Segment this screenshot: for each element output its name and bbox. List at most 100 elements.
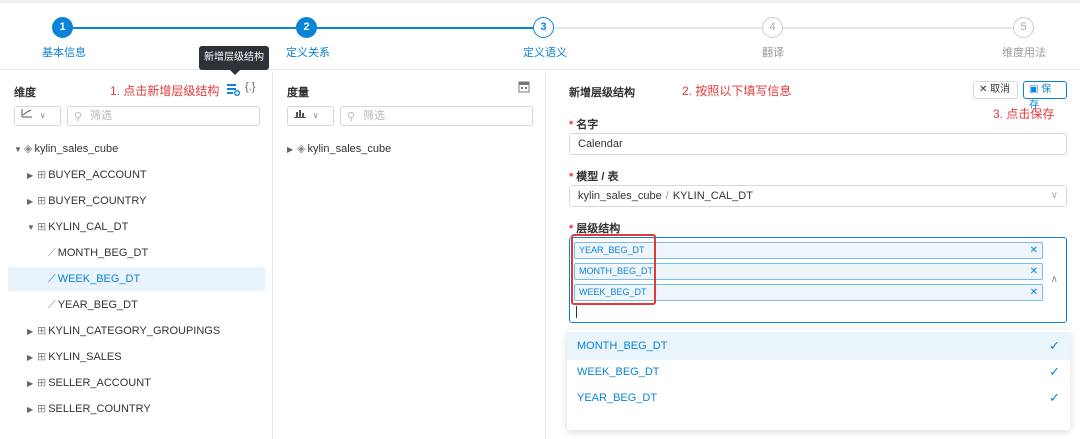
cancel-label: 取消 — [990, 84, 1011, 95]
name-label: * 名字 — [569, 116, 598, 132]
tree-item-cube[interactable]: ▼ ◈ kylin_sales_cube — [14, 137, 118, 161]
caret-right-icon: ▶ — [27, 353, 34, 362]
add-measure-icon[interactable] — [518, 81, 531, 97]
caret-down-icon: ▼ — [27, 223, 35, 232]
save-button[interactable]: ▣ 保存 — [1023, 81, 1067, 111]
tree-label: WEEK_BEG_DT — [57, 273, 141, 285]
filter-placeholder: 筛选 — [90, 110, 112, 122]
save-icon: ▣ — [1029, 84, 1039, 95]
remove-tag-icon[interactable]: ✕ — [1030, 264, 1038, 279]
close-icon: ✕ — [979, 84, 988, 95]
option-label: WEEK_BEG_DT — [577, 366, 660, 378]
tree-item-table[interactable]: ▶ ⊞ SELLER_COUNTRY — [27, 397, 151, 421]
dimension-view-select[interactable]: ∨ — [14, 106, 61, 126]
tree-item-table[interactable]: ▼ ⊞ KYLIN_CAL_DT — [27, 215, 128, 239]
option-label: MONTH_BEG_DT — [577, 340, 668, 352]
top-bar — [0, 0, 1080, 3]
remove-tag-icon[interactable]: ✕ — [1030, 285, 1038, 300]
option-label: YEAR_BEG_DT — [577, 392, 658, 404]
step-3-label[interactable]: 定义语义 — [523, 44, 567, 60]
tree-item-table[interactable]: ▶ ⊞ BUYER_COUNTRY — [27, 189, 146, 213]
dropdown-option[interactable]: YEAR_BEG_DT ✓ — [567, 384, 1070, 412]
cancel-button[interactable]: ✕ 取消 — [973, 81, 1018, 99]
name-label-text: 名字 — [576, 119, 599, 131]
line-chart-icon: ⟋ — [48, 273, 56, 285]
tree-item-column-selected[interactable]: ⟋ WEEK_BEG_DT — [8, 267, 265, 291]
tree-item-column[interactable]: ⟋ YEAR_BEG_DT — [48, 293, 138, 317]
caret-right-icon: ▶ — [287, 145, 294, 154]
step-2-label[interactable]: 定义关系 — [286, 44, 330, 60]
tree-label: kylin_sales_cube — [307, 143, 392, 155]
tree-item-cube[interactable]: ▶ ◈ kylin_sales_cube — [287, 137, 391, 161]
table-icon: ⊞ — [37, 221, 47, 233]
table-icon: ⊞ — [37, 325, 47, 337]
model-separator: / — [665, 190, 669, 202]
table-icon: ⊞ — [37, 169, 47, 181]
step-connector — [73, 27, 296, 29]
cube-icon: ◈ — [24, 143, 33, 155]
step-3-circle[interactable]: 3 — [533, 17, 554, 38]
tree-label: MONTH_BEG_DT — [57, 247, 149, 259]
measure-panel: 度量 ∨ ⚲ 筛选 ▶ ◈ kylin_sales_cube — [273, 71, 546, 439]
measure-filter-input[interactable]: ⚲ 筛选 — [340, 106, 533, 126]
tooltip: 新增层级结构 — [199, 46, 269, 75]
tree-label: KYLIN_CAL_DT — [48, 221, 129, 233]
measure-view-select[interactable]: ∨ — [287, 106, 334, 126]
dropdown-option[interactable]: MONTH_BEG_DT ✓ — [567, 332, 1070, 360]
hierarchy-form-title: 新增层级结构 — [569, 87, 635, 99]
step-5-label: 维度用法 — [1002, 47, 1046, 59]
dimension-panel: 维度 1. 点击新增层级结构 {.} ∨ ⚲ 筛选 ▼ ◈ kylin_sales_… — [0, 71, 273, 439]
step-2-circle[interactable]: 2 — [296, 17, 317, 38]
search-icon: ⚲ — [74, 111, 83, 123]
line-chart-icon: ⟋ — [48, 247, 56, 259]
model-label: * 模型 / 表 — [569, 168, 618, 184]
remove-tag-icon[interactable]: ✕ — [1030, 243, 1038, 258]
tree-label: BUYER_ACCOUNT — [48, 169, 147, 181]
check-icon: ✓ — [1049, 338, 1060, 353]
annotation-step1: 1. 点击新增层级结构 — [110, 84, 220, 98]
tree-label: SELLER_COUNTRY — [48, 403, 151, 415]
annotation-step2: 2. 按照以下填写信息 — [682, 84, 792, 98]
tree-item-table[interactable]: ▶ ⊞ KYLIN_CATEGORY_GROUPINGS — [27, 319, 220, 343]
name-input[interactable]: Calendar — [569, 133, 1067, 155]
dropdown-option[interactable]: WEEK_BEG_DT ✓ — [567, 358, 1070, 386]
cube-icon: ◈ — [297, 143, 306, 155]
step-1-label[interactable]: 基本信息 — [42, 44, 86, 60]
step-4-label: 翻译 — [762, 47, 784, 59]
caret-down-icon: ▼ — [14, 145, 22, 154]
line-chart-icon: ⟋ — [48, 299, 56, 311]
step-connector — [554, 27, 762, 29]
caret-right-icon: ▶ — [27, 405, 34, 414]
measure-title: 度量 — [287, 87, 309, 99]
table-icon: ⊞ — [37, 195, 47, 207]
chevron-down-icon: ∨ — [1050, 190, 1058, 201]
tree-label: BUYER_COUNTRY — [48, 195, 147, 207]
tree-item-table[interactable]: ▶ ⊞ SELLER_ACCOUNT — [27, 371, 151, 395]
text-cursor — [576, 306, 577, 318]
step-1-circle[interactable]: 1 — [52, 17, 73, 38]
check-icon: ✓ — [1049, 390, 1060, 405]
chevron-up-icon: ∧ — [1050, 274, 1058, 285]
model-cube-value: kylin_sales_cube — [578, 190, 662, 202]
model-label-text: 模型 / 表 — [576, 171, 619, 183]
search-icon: ⚲ — [347, 111, 356, 123]
model-table-value: KYLIN_CAL_DT — [672, 190, 753, 202]
stepper: 1 2 3 4 5 基本信息 定义关系 定义语义 翻译 维度用法 — [0, 0, 1080, 70]
tree-item-column[interactable]: ⟋ MONTH_BEG_DT — [48, 241, 148, 265]
tree-item-table[interactable]: ▶ ⊞ BUYER_ACCOUNT — [27, 163, 147, 187]
add-calculated-member-icon[interactable]: {.} — [245, 81, 255, 93]
annotation-step3: 3. 点击保存 — [993, 107, 1055, 121]
tree-item-table[interactable]: ▶ ⊞ KYLIN_SALES — [27, 345, 122, 369]
step-5-circle: 5 — [1013, 17, 1034, 38]
caret-right-icon: ▶ — [27, 379, 34, 388]
required-mark: * — [569, 171, 574, 183]
hierarchy-dropdown: MONTH_BEG_DT ✓ WEEK_BEG_DT ✓ YEAR_BEG_DT ✓ — [567, 330, 1070, 430]
tree-label: KYLIN_CATEGORY_GROUPINGS — [48, 325, 221, 337]
tree-label: KYLIN_SALES — [48, 351, 122, 363]
add-hierarchy-icon[interactable] — [226, 82, 240, 99]
table-icon: ⊞ — [37, 377, 47, 389]
table-icon: ⊞ — [37, 351, 47, 363]
dimension-filter-input[interactable]: ⚲ 筛选 — [67, 106, 260, 126]
tree-label: SELLER_ACCOUNT — [48, 377, 151, 389]
model-table-select[interactable]: kylin_sales_cube / KYLIN_CAL_DT ∨ — [569, 185, 1067, 207]
